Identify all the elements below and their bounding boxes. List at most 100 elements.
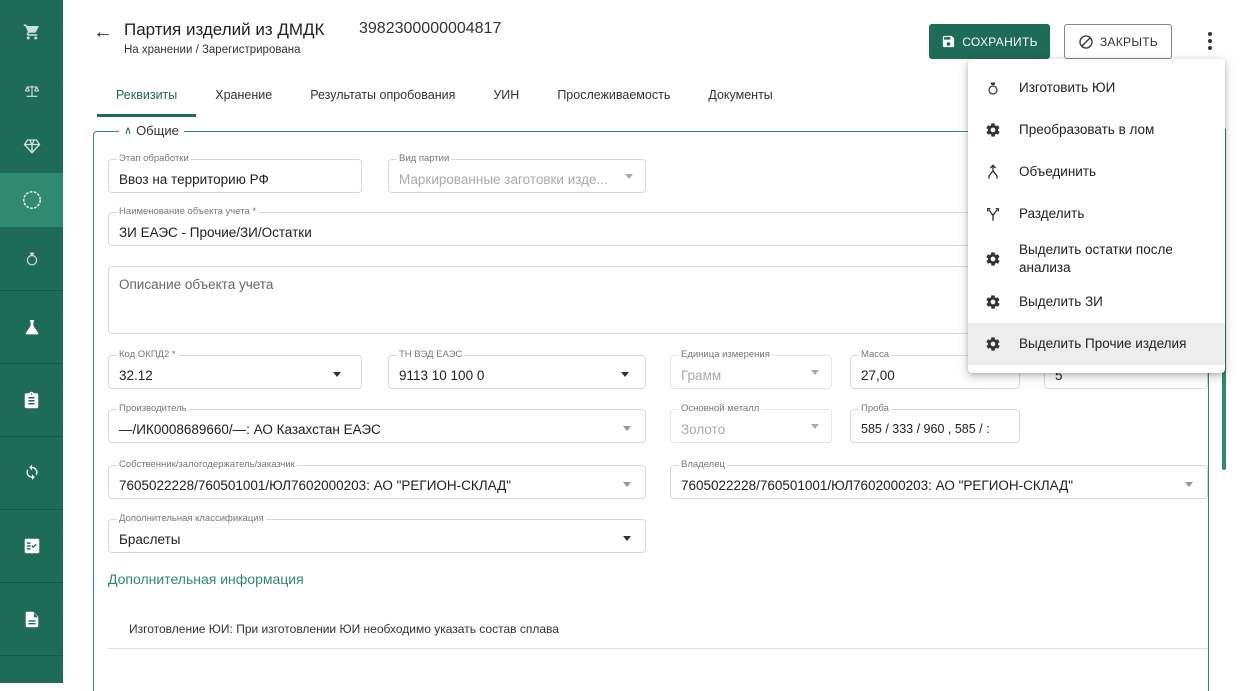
scales-icon xyxy=(24,85,39,97)
sync-icon xyxy=(25,464,38,480)
section-general-toggle[interactable]: ∧ Общие xyxy=(119,123,184,138)
description-placeholder: Описание объекта учета xyxy=(119,277,274,292)
checklist-icon xyxy=(24,538,39,554)
document-number: 3982300000004817 xyxy=(359,20,502,37)
sidebar-item-documents[interactable] xyxy=(0,582,63,655)
field-label: Единица измерения xyxy=(679,349,772,360)
field-label: Проба xyxy=(859,403,891,414)
ring-outline-icon xyxy=(985,80,1001,96)
ring-outline-icon xyxy=(26,252,37,265)
field-label: Основной металл xyxy=(679,403,762,414)
menu-item-extract-other[interactable]: Выделить Прочие изделия xyxy=(968,323,1225,365)
cart-icon xyxy=(23,24,39,39)
save-button-label: СОХРАНИТЬ xyxy=(962,34,1038,49)
caret-down-icon xyxy=(1185,482,1193,487)
page-title: Партия изделий из ДМДК xyxy=(124,20,325,39)
flask-icon xyxy=(25,320,38,335)
unit-select: Единица измерения Грамм xyxy=(670,349,832,389)
gear-icon xyxy=(985,251,1001,267)
sidebar-item-checklist[interactable] xyxy=(0,509,63,582)
divider xyxy=(108,648,1208,649)
save-button[interactable]: СОХРАНИТЬ xyxy=(929,24,1050,59)
ring-icon xyxy=(22,191,41,209)
description-textarea[interactable]: Описание объекта учета xyxy=(108,266,988,334)
additional-info-note: Изготовление ЮИ: При изготовлении ЮИ нео… xyxy=(129,622,559,636)
caret-down-icon xyxy=(621,372,629,377)
gear-icon xyxy=(985,294,1001,310)
field-value: Браслеты xyxy=(119,532,181,547)
sidebar-item-cart[interactable] xyxy=(0,0,63,63)
owner-select[interactable]: Владелец 7605022228/760501001/ЮЛ76020002… xyxy=(670,459,1208,499)
caret-down-icon xyxy=(623,426,631,431)
caret-down-icon xyxy=(333,372,341,377)
menu-item-label: Выделить ЗИ xyxy=(1019,294,1103,309)
field-value: Грамм xyxy=(681,368,722,383)
object-name-field[interactable]: Наименование объекта учета * ЗИ ЕАЭС - П… xyxy=(108,206,988,246)
additional-info-title[interactable]: Дополнительная информация xyxy=(108,571,304,587)
sidebar-item-lab[interactable] xyxy=(0,290,63,363)
field-label: Этап обработки xyxy=(117,153,191,164)
field-value: 7605022228/760501001/ЮЛ7602000203: АО "Р… xyxy=(681,478,1074,493)
split-icon xyxy=(985,206,1001,222)
caret-down-icon xyxy=(625,174,633,179)
menu-item-make-jewelry[interactable]: Изготовить ЮИ xyxy=(968,67,1225,109)
menu-item-merge[interactable]: Объединить xyxy=(968,151,1225,193)
menu-item-split[interactable]: Разделить xyxy=(968,193,1225,235)
tab-documents[interactable]: Документы xyxy=(689,72,791,117)
field-label: Собственник/залогодержатель/заказчик xyxy=(117,459,297,470)
field-label: ТН ВЭД ЕАЭС xyxy=(397,349,465,360)
field-value: 9113 10 100 0 xyxy=(399,368,485,383)
menu-item-extract-zi[interactable]: Выделить ЗИ xyxy=(968,281,1225,323)
tnved-select[interactable]: ТН ВЭД ЕАЭС 9113 10 100 0 xyxy=(388,349,646,389)
tab-uin[interactable]: УИН xyxy=(474,72,538,117)
menu-item-extract-remains[interactable]: Выделить остатки после анализа xyxy=(968,235,1225,283)
field-label: Дополнительная классификация xyxy=(117,513,266,524)
sidebar-item-jewelry[interactable] xyxy=(0,227,63,290)
more-vert-icon[interactable] xyxy=(1204,32,1216,52)
field-label: Владелец xyxy=(679,459,727,470)
metal-select: Основной металл Золото xyxy=(670,403,832,443)
field-value: ЗИ ЕАЭС - Прочие/ЗИ/Остатки xyxy=(119,225,312,240)
caret-down-icon xyxy=(623,536,631,541)
document-icon xyxy=(25,611,38,627)
field-value: —/ИК0008689660/—: АО Казахстан ЕАЭС xyxy=(119,422,381,437)
sidebar-item-more[interactable] xyxy=(0,655,63,683)
stage-field[interactable]: Этап обработки Ввоз на территорию РФ xyxy=(108,153,362,193)
menu-item-label: Преобразовать в лом xyxy=(1019,122,1155,137)
save-icon xyxy=(943,35,955,48)
owner-pledge-select[interactable]: Собственник/залогодержатель/заказчик 760… xyxy=(108,459,646,499)
menu-item-label: Разделить xyxy=(1019,206,1085,221)
manufacturer-select[interactable]: Производитель —/ИК0008689660/—: АО Казах… xyxy=(108,403,646,443)
field-value: Золото xyxy=(681,422,726,437)
caret-down-icon xyxy=(811,370,819,375)
classification-select[interactable]: Дополнительная классификация Браслеты xyxy=(108,513,646,553)
tab-storage[interactable]: Хранение xyxy=(196,72,291,117)
page-status: На хранении / Зарегистрирована xyxy=(124,44,301,56)
section-title: Общие xyxy=(136,123,179,138)
sidebar-item-ring[interactable] xyxy=(0,173,63,227)
sidebar-item-tasks[interactable] xyxy=(0,363,63,436)
tab-bar: Реквизиты Хранение Результаты опробовани… xyxy=(97,72,792,117)
caret-down-icon xyxy=(811,424,819,429)
close-button[interactable]: ЗАКРЫТЬ xyxy=(1064,24,1172,59)
field-value: 32.12 xyxy=(119,368,153,383)
sidebar-item-sync[interactable] xyxy=(0,436,63,509)
main-content: ← Партия изделий из ДМДК На хранении / З… xyxy=(63,0,1245,691)
field-value: Маркированные заготовки изде... xyxy=(399,172,608,187)
field-value: 585 / 333 / 960 , 585 / : xyxy=(861,422,990,436)
tab-assay-results[interactable]: Результаты опробования xyxy=(291,72,474,117)
tab-requisites[interactable]: Реквизиты xyxy=(97,72,197,117)
field-label: Код ОКПД2 * xyxy=(117,349,178,360)
menu-item-convert-to-scrap[interactable]: Преобразовать в лом xyxy=(968,109,1225,151)
actions-menu: Изготовить ЮИ Преобразовать в лом Объеди… xyxy=(968,59,1225,373)
okpd-select[interactable]: Код ОКПД2 * 32.12 xyxy=(108,349,362,389)
sidebar-item-diamond[interactable] xyxy=(0,118,63,173)
menu-item-label: Выделить остатки после анализа xyxy=(1019,242,1173,275)
back-arrow-icon[interactable]: ← xyxy=(93,22,113,42)
block-icon xyxy=(1079,34,1093,49)
tab-traceability[interactable]: Прослеживаемость xyxy=(538,72,689,117)
field-label: Наименование объекта учета * xyxy=(117,206,259,217)
fineness-field[interactable]: Проба 585 / 333 / 960 , 585 / : xyxy=(850,403,1020,443)
sidebar-item-scales[interactable] xyxy=(0,63,63,118)
diamond-icon xyxy=(23,138,40,154)
